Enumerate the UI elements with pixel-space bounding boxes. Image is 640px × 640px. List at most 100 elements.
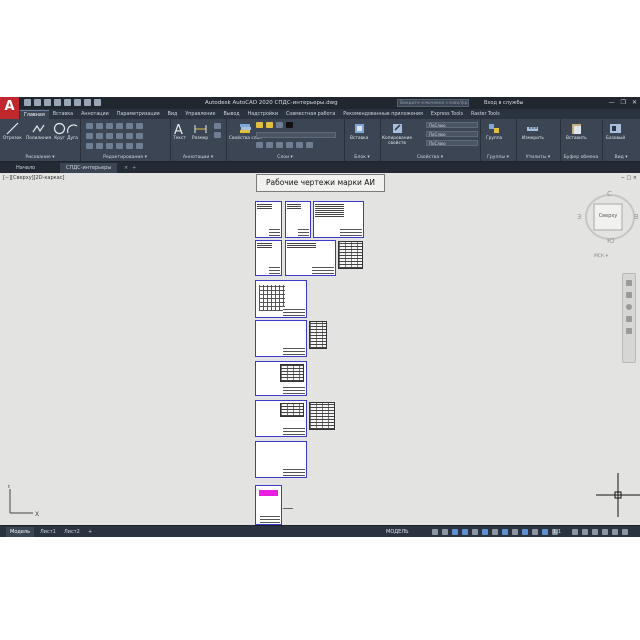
tab-addins[interactable]: Надстройки	[244, 110, 282, 119]
plus-icon[interactable]	[582, 529, 588, 535]
object-snap-tracking-icon[interactable]	[492, 529, 498, 535]
viewcube-top-face[interactable]: Сверху	[594, 213, 622, 219]
new-icon[interactable]	[24, 99, 31, 106]
erase-icon[interactable]	[116, 123, 123, 129]
lineweight-dropdown[interactable]: ПоСлою	[426, 131, 478, 137]
undo-icon[interactable]	[74, 99, 81, 106]
ribbon-group-label[interactable]: Слои ▾	[226, 155, 344, 160]
drawing-sheet[interactable]	[285, 201, 311, 238]
layer-tool-1-icon[interactable]	[256, 142, 263, 148]
auto-scale-icon[interactable]	[542, 529, 548, 535]
close-button[interactable]: ✕	[632, 99, 637, 106]
tab-collaborate[interactable]: Совместная работа	[282, 110, 339, 119]
redo-icon[interactable]	[84, 99, 91, 106]
ribbon-group-label[interactable]: Редактирование ▾	[80, 155, 170, 160]
drawing-sheet[interactable]	[255, 320, 307, 357]
stretch-icon[interactable]	[86, 143, 93, 149]
array-icon[interactable]	[136, 133, 143, 139]
isodraft-toggle-icon[interactable]	[472, 529, 478, 535]
layout-tab-model[interactable]: Модель	[6, 527, 35, 537]
layer-tool-5-icon[interactable]	[296, 142, 303, 148]
specification-table[interactable]	[309, 321, 327, 349]
tab-parametric[interactable]: Параметризация	[113, 110, 164, 119]
tab-featured-apps[interactable]: Рекомендованные приложения	[339, 110, 427, 119]
compass-east[interactable]: В	[634, 213, 639, 221]
customization-menu-icon[interactable]	[622, 529, 628, 535]
file-tab-start[interactable]: Начало	[10, 163, 41, 173]
open-icon[interactable]	[34, 99, 41, 106]
array2-icon[interactable]	[106, 143, 113, 149]
steering-wheel-icon[interactable]	[626, 280, 632, 286]
add-layout-button[interactable]: +	[84, 527, 96, 537]
grid-toggle-icon[interactable]	[432, 529, 438, 535]
drawing-sheet[interactable]	[255, 400, 307, 437]
text-tool[interactable]: A Текст	[173, 122, 186, 141]
join-icon[interactable]	[126, 143, 133, 149]
copy-icon[interactable]	[86, 133, 93, 139]
new-tab-icon[interactable]: +	[126, 163, 142, 173]
tab-insert[interactable]: Вставка	[49, 110, 77, 119]
break-icon[interactable]	[116, 143, 123, 149]
search-input[interactable]: Введите ключевое слово/фразу	[397, 99, 469, 107]
color-dropdown[interactable]: ПоСлою	[426, 122, 478, 128]
specification-table[interactable]	[338, 241, 363, 269]
hardware-acceleration-icon[interactable]	[602, 529, 608, 535]
ribbon-group-label[interactable]: Аннотации ▾	[170, 155, 226, 160]
model-space-button[interactable]: МОДЕЛЬ	[386, 527, 409, 537]
orbit-icon[interactable]	[626, 316, 632, 322]
annotation-scale[interactable]: 1:1	[553, 527, 561, 537]
layout-tab-sheet2[interactable]: Лист2	[60, 527, 84, 537]
ribbon-group-label[interactable]: Блок ▾	[344, 155, 380, 160]
fillet2-icon[interactable]	[106, 133, 113, 139]
drawing-sheet[interactable]	[285, 240, 336, 276]
drawing-sheet[interactable]	[255, 361, 307, 396]
sign-in-button[interactable]: Вход в службы	[484, 100, 523, 106]
ortho-toggle-icon[interactable]	[452, 529, 458, 535]
drawing-sheet[interactable]	[313, 201, 364, 238]
table-icon[interactable]	[214, 123, 221, 129]
trim-icon[interactable]	[106, 123, 113, 129]
transparency-toggle-icon[interactable]	[512, 529, 518, 535]
explode-icon[interactable]	[116, 133, 123, 139]
fillet-icon[interactable]	[136, 123, 143, 129]
save-icon[interactable]	[44, 99, 51, 106]
plot-icon[interactable]	[64, 99, 71, 106]
application-menu-button[interactable]: A	[0, 97, 19, 121]
layer-tool-3-icon[interactable]	[276, 142, 283, 148]
snap-toggle-icon[interactable]	[442, 529, 448, 535]
paste-tool[interactable]: Вставить	[566, 122, 587, 141]
line-tool[interactable]: Отрезок	[3, 122, 22, 141]
tab-home[interactable]: Главная	[20, 110, 49, 119]
maximize-button[interactable]: ❐	[621, 99, 626, 106]
layer-dropdown[interactable]	[256, 132, 336, 138]
ribbon-group-label[interactable]: Группы ▾	[480, 155, 516, 160]
match-properties-tool[interactable]: Копирование свойств	[382, 122, 412, 146]
layout-tab-sheet1[interactable]: Лист1	[36, 527, 60, 537]
lengthen-icon[interactable]	[136, 143, 143, 149]
viewport-label[interactable]: [−][Сверху][2D-каркас]	[3, 175, 64, 181]
layer-color-icon[interactable]	[286, 122, 293, 128]
polar-toggle-icon[interactable]	[462, 529, 468, 535]
layer-tool-6-icon[interactable]	[306, 142, 313, 148]
tab-raster-tools[interactable]: Raster Tools	[467, 110, 504, 119]
dimension-tool[interactable]: Размер	[192, 122, 208, 141]
layer-tool-2-icon[interactable]	[266, 142, 273, 148]
layer-tool-4-icon[interactable]	[286, 142, 293, 148]
ribbon-group-label[interactable]: Утилиты ▾	[516, 155, 560, 160]
compass-north[interactable]: С	[607, 190, 612, 198]
compass-west[interactable]: З	[577, 213, 582, 221]
tab-manage[interactable]: Управление	[181, 110, 219, 119]
lineweight-toggle-icon[interactable]	[502, 529, 508, 535]
layer-lock-icon[interactable]	[276, 122, 283, 128]
drawing-sheet[interactable]	[255, 240, 282, 276]
annotation-visibility-icon[interactable]	[532, 529, 538, 535]
viewport-controls[interactable]: − □ ×	[621, 175, 637, 181]
ribbon-group-label[interactable]: Вид ▾	[602, 155, 640, 160]
save-as-icon[interactable]	[54, 99, 61, 106]
navigation-bar[interactable]	[622, 273, 636, 363]
ribbon-group-label[interactable]: Рисование ▾	[0, 155, 80, 160]
offset-icon[interactable]	[126, 133, 133, 139]
highlighted-block[interactable]	[259, 490, 278, 496]
object-snap-toggle-icon[interactable]	[482, 529, 488, 535]
tab-express-tools[interactable]: Express Tools	[427, 110, 467, 119]
